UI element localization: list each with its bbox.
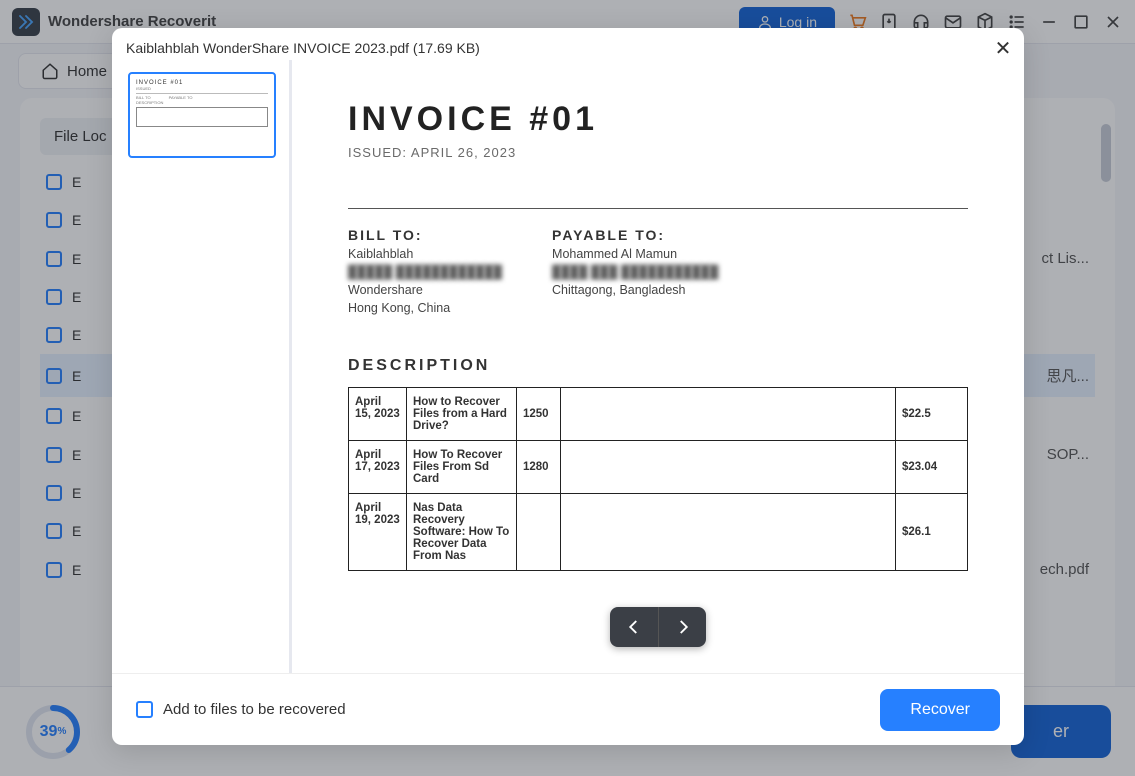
add-to-recover-label: Add to files to be recovered	[163, 701, 346, 718]
cell-blank	[561, 494, 896, 571]
page-thumbnail[interactable]: INVOICE #01 ISSUED BILL TOPAYABLE TO DES…	[128, 72, 276, 158]
bill-blur: █████ ████████████	[348, 265, 502, 279]
cell-qty: 1280	[517, 441, 561, 494]
modal-close-button[interactable]: ✕	[992, 36, 1014, 61]
cell-blank	[561, 388, 896, 441]
prev-page-button[interactable]	[610, 607, 658, 647]
invoice-row: April 15, 2023 How to Recover Files from…	[349, 388, 968, 441]
bill-to-label: BILL TO:	[348, 227, 502, 243]
divider	[348, 208, 968, 209]
preview-modal: Kaiblahblah WonderShare INVOICE 2023.pdf…	[112, 28, 1024, 745]
bill-company: Wondershare	[348, 283, 502, 297]
bill-name: Kaiblahblah	[348, 247, 502, 261]
cell-amount: $23.04	[896, 441, 968, 494]
invoice-row: April 17, 2023 How To Recover Files From…	[349, 441, 968, 494]
payable-name: Mohammed Al Mamun	[552, 247, 718, 261]
page-nav	[610, 607, 706, 647]
cell-date: April 19, 2023	[349, 494, 407, 571]
invoice-issued: ISSUED: APRIL 26, 2023	[348, 145, 968, 160]
cell-date: April 17, 2023	[349, 441, 407, 494]
bill-city: Hong Kong, China	[348, 301, 502, 315]
invoice-row: April 19, 2023 Nas Data Recovery Softwar…	[349, 494, 968, 571]
invoice-title: INVOICE #01	[348, 100, 968, 139]
bill-to-block: BILL TO: Kaiblahblah █████ ████████████ …	[348, 227, 502, 315]
payable-to-block: PAYABLE TO: Mohammed Al Mamun ████ ███ █…	[552, 227, 718, 315]
invoice-table: April 15, 2023 How to Recover Files from…	[348, 387, 968, 571]
payable-blur: ████ ███ ███████████	[552, 265, 718, 279]
cell-blank	[561, 441, 896, 494]
add-to-recover-checkbox[interactable]: Add to files to be recovered	[136, 701, 346, 718]
payable-city: Chittagong, Bangladesh	[552, 283, 718, 297]
checkbox-icon	[136, 701, 153, 718]
thumbnail-strip: INVOICE #01 ISSUED BILL TOPAYABLE TO DES…	[112, 60, 292, 673]
cell-desc: Nas Data Recovery Software: How To Recov…	[407, 494, 517, 571]
cell-qty	[517, 494, 561, 571]
document-preview: INVOICE #01 ISSUED: APRIL 26, 2023 BILL …	[292, 60, 1024, 673]
cell-desc: How to Recover Files from a Hard Drive?	[407, 388, 517, 441]
cell-date: April 15, 2023	[349, 388, 407, 441]
payable-to-label: PAYABLE TO:	[552, 227, 718, 243]
next-page-button[interactable]	[658, 607, 706, 647]
recover-button[interactable]: Recover	[880, 689, 1000, 731]
description-label: DESCRIPTION	[348, 357, 968, 375]
cell-amount: $22.5	[896, 388, 968, 441]
cell-desc: How To Recover Files From Sd Card	[407, 441, 517, 494]
cell-amount: $26.1	[896, 494, 968, 571]
cell-qty: 1250	[517, 388, 561, 441]
modal-title: Kaiblahblah WonderShare INVOICE 2023.pdf…	[126, 40, 480, 56]
